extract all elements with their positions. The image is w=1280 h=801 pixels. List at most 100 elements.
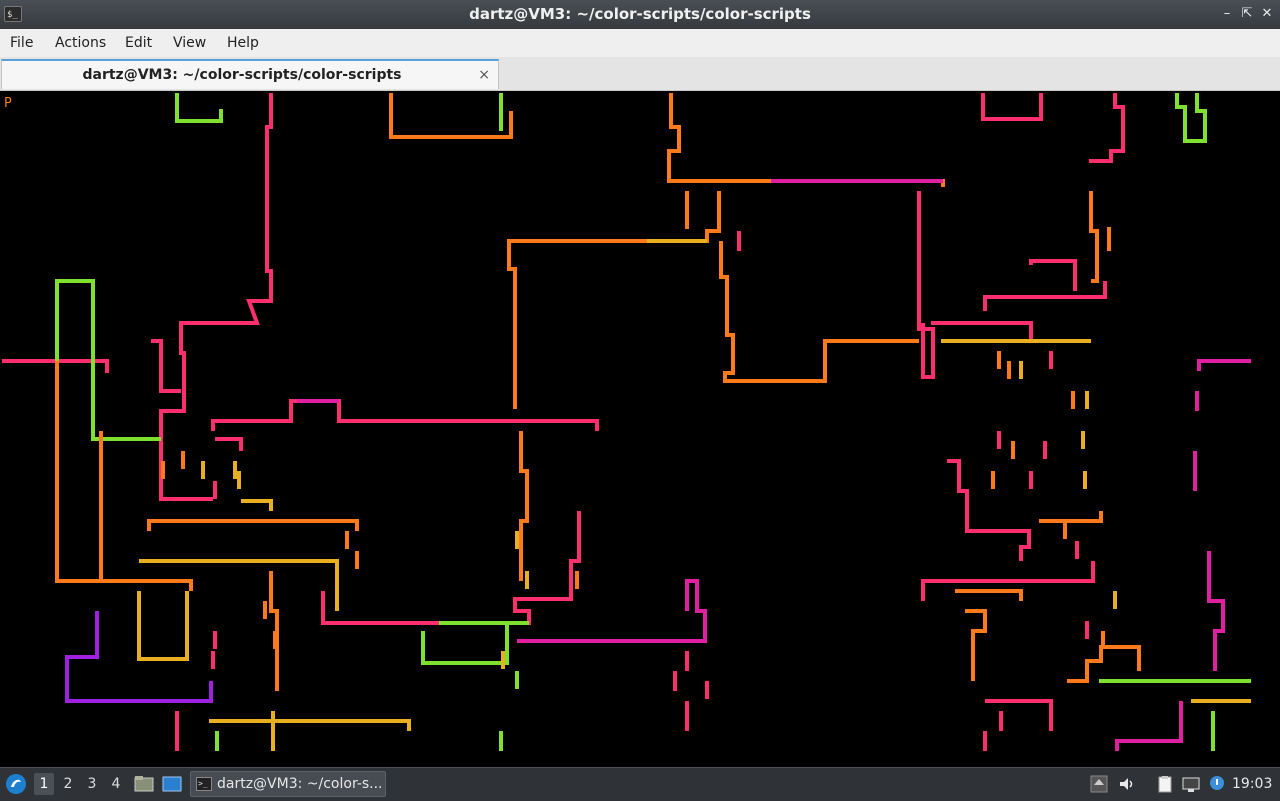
pipe-segment [389,93,513,139]
tab-bar: dartz@VM3: ~/color-scripts/color-scripts… [0,57,1280,91]
workspace-3[interactable]: 3 [82,773,102,795]
pipe-segment [1007,361,1011,379]
pipe-segment [1085,391,1089,409]
pipe-segment [965,609,987,681]
pipe-segment [1039,511,1103,523]
pipe-segment [667,93,945,187]
network-icon[interactable] [1182,775,1200,793]
pipe-segment [997,431,1001,449]
pipe-segment [175,93,223,123]
pipe-segment [1071,391,1075,409]
tab-terminal[interactable]: dartz@VM3: ~/color-scripts/color-scripts… [1,59,499,89]
clipboard-icon[interactable] [1156,775,1174,793]
minimize-icon[interactable]: – [1218,6,1236,22]
pipe-segment [1011,441,1015,459]
window-title: dartz@VM3: ~/color-scripts/color-scripts [469,5,811,23]
pipe-segment [931,321,1033,341]
terminal-output[interactable]: P [1,91,1279,766]
pipe-segment [1085,621,1089,639]
pipe-segment [1197,359,1251,371]
close-icon[interactable]: ✕ [1258,6,1276,22]
pipe-segment [345,531,349,549]
tab-label: dartz@VM3: ~/color-scripts/color-scripts [82,67,402,83]
pipe-segment [519,431,529,581]
color-pipes-art [2,93,1251,751]
menu-bar: File Actions Edit View Help [0,29,1280,58]
task-label: dartz@VM3: ~/color-s... [217,776,383,792]
pipe-segment [139,559,339,611]
pipe-segment [1081,431,1085,449]
terminal-prompt: P [4,96,12,111]
pipe-segment [917,191,935,379]
pipe-segment [515,671,519,689]
pipe-segment [233,461,237,479]
pipe-segment [1063,521,1067,539]
pipe-segment [1049,351,1053,369]
pipe-segment [421,621,509,665]
pipe-segment [1019,361,1023,379]
notification-icon[interactable] [1208,775,1226,793]
pipe-segment [211,399,599,431]
menu-actions[interactable]: Actions [55,29,106,57]
file-manager-icon[interactable] [134,775,154,793]
lxqt-start-icon[interactable] [5,773,27,795]
pipe-segment [1175,93,1207,143]
pipe-segment [237,471,241,489]
pipe-segment [137,591,189,661]
pipe-segment [1067,645,1141,683]
pipe-segment [151,339,181,393]
volume-icon[interactable] [1118,775,1136,793]
maximize-icon[interactable]: ⇱ [1238,6,1256,22]
pipe-segment [575,571,579,589]
pipe-segment [1029,259,1077,291]
pipe-segment [921,561,1095,601]
pipe-segment [515,531,519,549]
pipe-segment [215,437,243,451]
show-desktop-icon[interactable] [162,775,182,793]
pipe-segment [997,351,1001,369]
workspace-2[interactable]: 2 [58,773,78,795]
pipe-segment [719,241,919,383]
pipe-segment [1075,541,1079,559]
pipe-segment [1083,471,1087,489]
pipe-segment [213,481,217,499]
pipe-segment [955,589,1023,601]
pipe-segment [1089,191,1099,283]
menu-view[interactable]: View [173,29,206,57]
pipe-segment [991,471,995,489]
pipe-segment [1101,631,1105,649]
pipe-segment [321,511,581,625]
pipe-segment [947,459,1031,561]
workspace-1[interactable]: 1 [34,773,54,795]
pipe-segment [355,551,359,569]
pipe-segment [1115,701,1183,751]
upload-icon[interactable] [1090,775,1108,793]
pipe-segment [181,451,185,469]
menu-help[interactable]: Help [227,29,259,57]
pipe-segment [981,93,1043,121]
pipe-segment [1029,471,1033,489]
tab-close-icon[interactable]: × [478,61,490,89]
taskbar-task-terminal[interactable]: >_ dartz@VM3: ~/color-s... [190,771,386,797]
pipe-segment [1207,551,1225,671]
pipe-segment [705,681,709,699]
pipe-segment [263,601,267,619]
pipe-segment [101,579,193,591]
menu-file[interactable]: File [10,29,33,57]
clock: 19:03 [1232,776,1273,792]
pipe-segment [241,499,273,511]
pipe-segment [1113,591,1117,609]
pipe-segment [983,281,1107,311]
menu-edit[interactable]: Edit [125,29,152,57]
pipe-segment [147,519,359,531]
pipe-segment [525,571,529,589]
pipe-segment [273,631,277,649]
pipe-segment [211,651,215,669]
pipe-segment [161,461,165,479]
pipe-segment [1043,441,1047,459]
workspace-4[interactable]: 4 [106,773,126,795]
window-titlebar[interactable]: $_ dartz@VM3: ~/color-scripts/color-scri… [0,0,1280,30]
pipe-segment [985,699,1053,731]
pipe-segment [209,719,411,731]
pipe-segment [517,579,707,643]
